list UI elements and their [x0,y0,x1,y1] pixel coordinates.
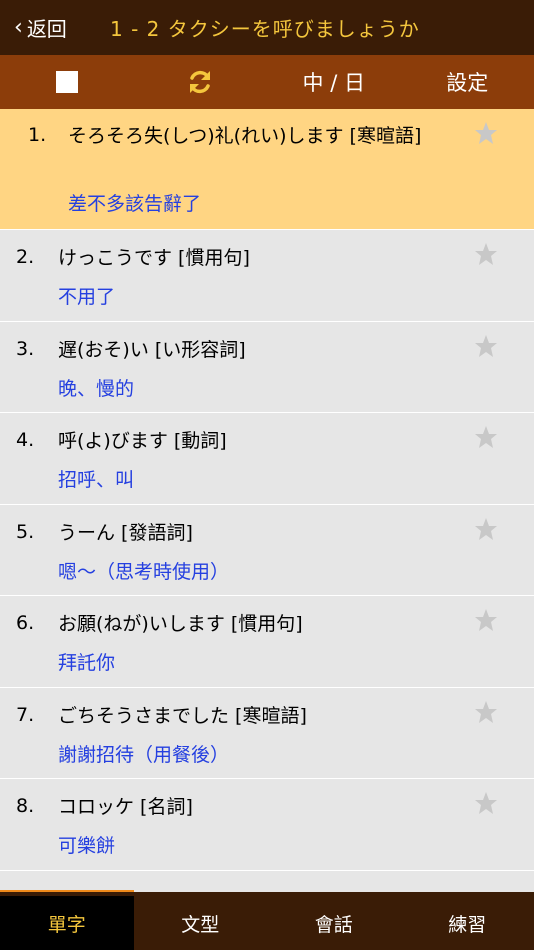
back-button[interactable]: ‹ 返回 [0,13,100,42]
tab-sentence-patterns[interactable]: 文型 [134,896,268,950]
hide-translation-button[interactable] [0,55,134,109]
item-number: 1. [28,124,47,146]
list-item[interactable]: 4. 呼(よ)びます [動詞] 招呼、叫 [0,413,534,505]
list-item[interactable]: 7. ごちそうさまでした [寒暄語] 謝謝招待（用餐後） [0,687,534,779]
item-japanese: 呼(よ)びます [動詞] [58,430,227,452]
star-icon[interactable] [474,608,498,632]
square-icon [55,71,78,93]
refresh-icon [190,70,211,94]
item-translation: 謝謝招待（用餐後） [58,743,230,766]
tab-practice[interactable]: 練習 [401,896,534,950]
star-icon[interactable] [474,517,498,541]
list-item[interactable]: 1. そろそろ失(しつ)礼(れい)します [寒暄語] 差不多該告辭了 [0,109,534,230]
item-number: 3. [16,337,35,360]
tab-conversation[interactable]: 會話 [267,896,401,950]
item-japanese: お願(ねが)いします [慣用句] [58,613,303,635]
toolbar: 中 / 日 設定 [0,55,534,109]
list-item[interactable]: 8. コロッケ [名詞] 可樂餅 [0,779,534,871]
item-japanese: そろそろ失(しつ)礼(れい)します [寒暄語] [68,125,422,147]
item-japanese: ごちそうさまでした [寒暄語] [58,704,307,727]
item-japanese: けっこうです [慣用句] [58,247,250,269]
item-translation: 差不多該告辭了 [68,193,202,215]
item-japanese: コロッケ [名詞] [58,796,193,818]
item-number: 7. [16,703,35,726]
page-title: 1 - 2 タクシーを呼びましょうか [110,17,420,41]
settings-button[interactable]: 設定 [401,55,534,109]
item-number: 6. [16,612,35,634]
star-icon[interactable] [474,700,498,724]
list-item[interactable]: 6. お願(ねが)いします [慣用句] 拜託你 [0,596,534,688]
star-icon[interactable] [474,242,498,266]
language-toggle-button[interactable]: 中 / 日 [267,55,401,109]
item-translation: 嗯～（思考時使用） [58,560,230,583]
list-item[interactable]: 3. 遅(おそ)い [い形容詞] 晚、慢的 [0,321,534,413]
shuffle-button[interactable] [134,55,268,109]
item-number: 5. [16,520,35,543]
star-icon[interactable] [474,791,498,815]
list-item[interactable]: 5. うーん [發語詞] 嗯～（思考時使用） [0,504,534,596]
item-number: 4. [16,429,35,451]
item-number: 8. [16,795,35,817]
bottom-tab-bar: 單字 文型 會話 練習 [0,892,534,950]
star-icon[interactable] [474,425,498,449]
back-label: 返回 [26,17,67,41]
item-translation: 可樂餅 [58,835,116,857]
vocab-list[interactable]: 1. そろそろ失(しつ)礼(れい)します [寒暄語] 差不多該告辭了 2. けっ… [0,109,534,892]
item-japanese: うーん [發語詞] [58,521,193,544]
item-translation: 不用了 [58,286,116,308]
item-japanese: 遅(おそ)い [い形容詞] [58,338,246,361]
item-translation: 招呼、叫 [58,469,135,491]
item-translation: 晚、慢的 [58,377,135,400]
item-number: 2. [16,246,35,268]
chevron-left-icon: ‹ [14,14,23,40]
tab-vocabulary[interactable]: 單字 [0,896,134,950]
star-icon[interactable] [474,121,498,145]
star-icon[interactable] [474,334,498,358]
list-item[interactable]: 2. けっこうです [慣用句] 不用了 [0,230,534,322]
nav-header: ‹ 返回 1 - 2 タクシーを呼びましょうか [0,0,534,55]
item-translation: 拜託你 [58,652,116,674]
